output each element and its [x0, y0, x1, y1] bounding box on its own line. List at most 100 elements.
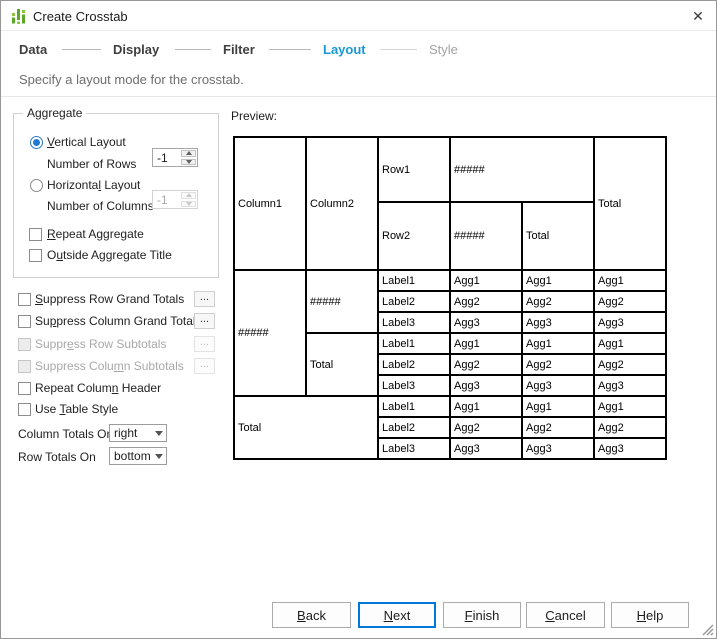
horizontal-layout-radio[interactable]	[30, 179, 43, 192]
create-crosstab-dialog: Create Crosstab ✕ Data Display Filter La…	[0, 0, 717, 639]
suppress-row-subtotals-checkbox	[18, 338, 31, 351]
close-icon[interactable]: ✕	[684, 3, 712, 29]
preview-cell: Agg3	[521, 374, 595, 397]
finish-button[interactable]: Finish	[443, 602, 521, 628]
step-connector	[269, 49, 311, 50]
use-table-style-checkbox[interactable]	[18, 403, 31, 416]
preview-cell: Agg2	[593, 416, 667, 439]
cancel-button[interactable]: Cancel	[526, 602, 605, 628]
suppress-row-subtotals-more-button: ...	[194, 336, 215, 352]
preview-cell: Agg1	[521, 395, 595, 418]
suppress-column-grand-totals-more-button[interactable]: ...	[194, 313, 215, 329]
preview-cell-row1: Row1	[377, 136, 451, 203]
preview-cell: Agg2	[521, 290, 595, 313]
preview-cell: Agg3	[593, 311, 667, 334]
preview-cell: Agg3	[449, 374, 523, 397]
preview-cell: Label1	[377, 269, 451, 292]
outside-aggregate-title-label: Outside Aggregate Title	[47, 248, 172, 262]
preview-cell: Agg2	[593, 353, 667, 376]
resize-grip-icon[interactable]	[700, 622, 714, 636]
spin-up-icon	[181, 192, 196, 199]
preview-cell: Agg2	[593, 290, 667, 313]
suppress-row-grand-totals-more-button[interactable]: ...	[194, 291, 215, 307]
preview-cell: Agg3	[521, 311, 595, 334]
preview-cell: Agg1	[449, 269, 523, 292]
title-bar: Create Crosstab ✕	[1, 1, 716, 31]
preview-cell-row2: Row2	[377, 201, 451, 271]
preview-label: Preview:	[231, 109, 278, 123]
preview-cell: Label2	[377, 416, 451, 439]
preview-cell: Agg1	[593, 332, 667, 355]
back-button[interactable]: Back	[272, 602, 351, 628]
preview-cell: Agg2	[449, 353, 523, 376]
number-of-rows-value[interactable]: -1	[153, 149, 181, 166]
preview-cell: Agg1	[593, 269, 667, 292]
suppress-column-subtotals-checkbox	[18, 360, 31, 373]
divider	[1, 96, 716, 97]
preview-cell: Agg3	[593, 374, 667, 397]
preview-cell: Agg1	[593, 395, 667, 418]
column-totals-on-select[interactable]: right	[109, 424, 167, 442]
preview-cell: Label3	[377, 437, 451, 460]
step-connector	[175, 49, 211, 50]
preview-cell: Agg2	[521, 416, 595, 439]
preview-cell-agg: #####	[449, 201, 523, 271]
preview-table: Column1 Column2 Row1 ##### Total Row2 ##…	[233, 136, 667, 460]
step-data[interactable]: Data	[19, 42, 47, 57]
preview-cell-column2: Column2	[305, 136, 379, 271]
help-button[interactable]: Help	[611, 602, 689, 628]
row-totals-on-select[interactable]: bottom	[109, 447, 167, 465]
dropdown-arrow-icon	[151, 430, 166, 436]
preview-cell: Label2	[377, 353, 451, 376]
column-totals-on-value: right	[114, 426, 138, 440]
row-totals-on-label: Row Totals On	[18, 450, 96, 464]
number-of-rows-spinner[interactable]: -1	[152, 148, 198, 167]
step-layout[interactable]: Layout	[323, 42, 366, 57]
number-of-columns-spinner: -1	[152, 190, 198, 209]
preview-cell: Agg3	[593, 437, 667, 460]
repeat-column-header-checkbox[interactable]	[18, 382, 31, 395]
vertical-layout-radio[interactable]	[30, 136, 43, 149]
suppress-column-subtotals-label: Suppress Column Subtotals	[35, 359, 184, 373]
preview-cell-group-total: Total	[305, 332, 379, 397]
preview-cell-group-stub: #####	[305, 269, 379, 334]
spin-down-icon[interactable]	[181, 158, 196, 165]
suppress-column-grand-totals-label: Suppress Column Grand Totals	[35, 314, 202, 328]
preview-cell: Agg1	[449, 395, 523, 418]
preview-cell: Agg1	[521, 269, 595, 292]
number-of-columns-label: Number of Columns	[47, 199, 154, 213]
crosstab-icon	[12, 9, 25, 24]
suppress-row-grand-totals-checkbox[interactable]	[18, 293, 31, 306]
outside-aggregate-title-checkbox[interactable]	[29, 249, 42, 262]
aggregate-legend: Aggregate	[23, 106, 87, 120]
step-display[interactable]: Display	[113, 42, 159, 57]
suppress-column-subtotals-more-button: ...	[194, 358, 215, 374]
preview-cell: Agg3	[521, 437, 595, 460]
step-filter[interactable]: Filter	[223, 42, 255, 57]
preview-cell: Label3	[377, 374, 451, 397]
repeat-aggregate-checkbox[interactable]	[29, 228, 42, 241]
number-of-rows-label: Number of Rows	[47, 157, 137, 171]
repeat-column-header-label: Repeat Column Header	[35, 381, 162, 395]
preview-cell: Agg2	[449, 290, 523, 313]
page-subtitle: Specify a layout mode for the crosstab.	[19, 72, 244, 87]
step-style[interactable]: Style	[429, 42, 458, 57]
preview-cell: Label1	[377, 395, 451, 418]
suppress-column-grand-totals-checkbox[interactable]	[18, 315, 31, 328]
preview-cell-grand-total: Total	[593, 136, 667, 271]
spin-up-icon[interactable]	[181, 150, 196, 157]
preview-cell-column1: Column1	[233, 136, 307, 271]
next-button[interactable]: Next	[358, 602, 436, 628]
spin-down-icon	[181, 200, 196, 207]
row-totals-on-value: bottom	[114, 449, 151, 463]
column-totals-on-label: Column Totals On	[18, 427, 114, 441]
step-connector	[62, 49, 101, 50]
use-table-style-label: Use Table Style	[35, 402, 119, 416]
repeat-aggregate-label: Repeat Aggregate	[47, 227, 144, 241]
preview-cell: Label3	[377, 311, 451, 334]
preview-cell: Agg1	[449, 332, 523, 355]
preview-cell: Agg2	[449, 416, 523, 439]
preview-cell: Agg3	[449, 311, 523, 334]
suppress-row-grand-totals-label: Suppress Row Grand Totals	[35, 292, 185, 306]
preview-cell-agg: #####	[449, 136, 595, 203]
